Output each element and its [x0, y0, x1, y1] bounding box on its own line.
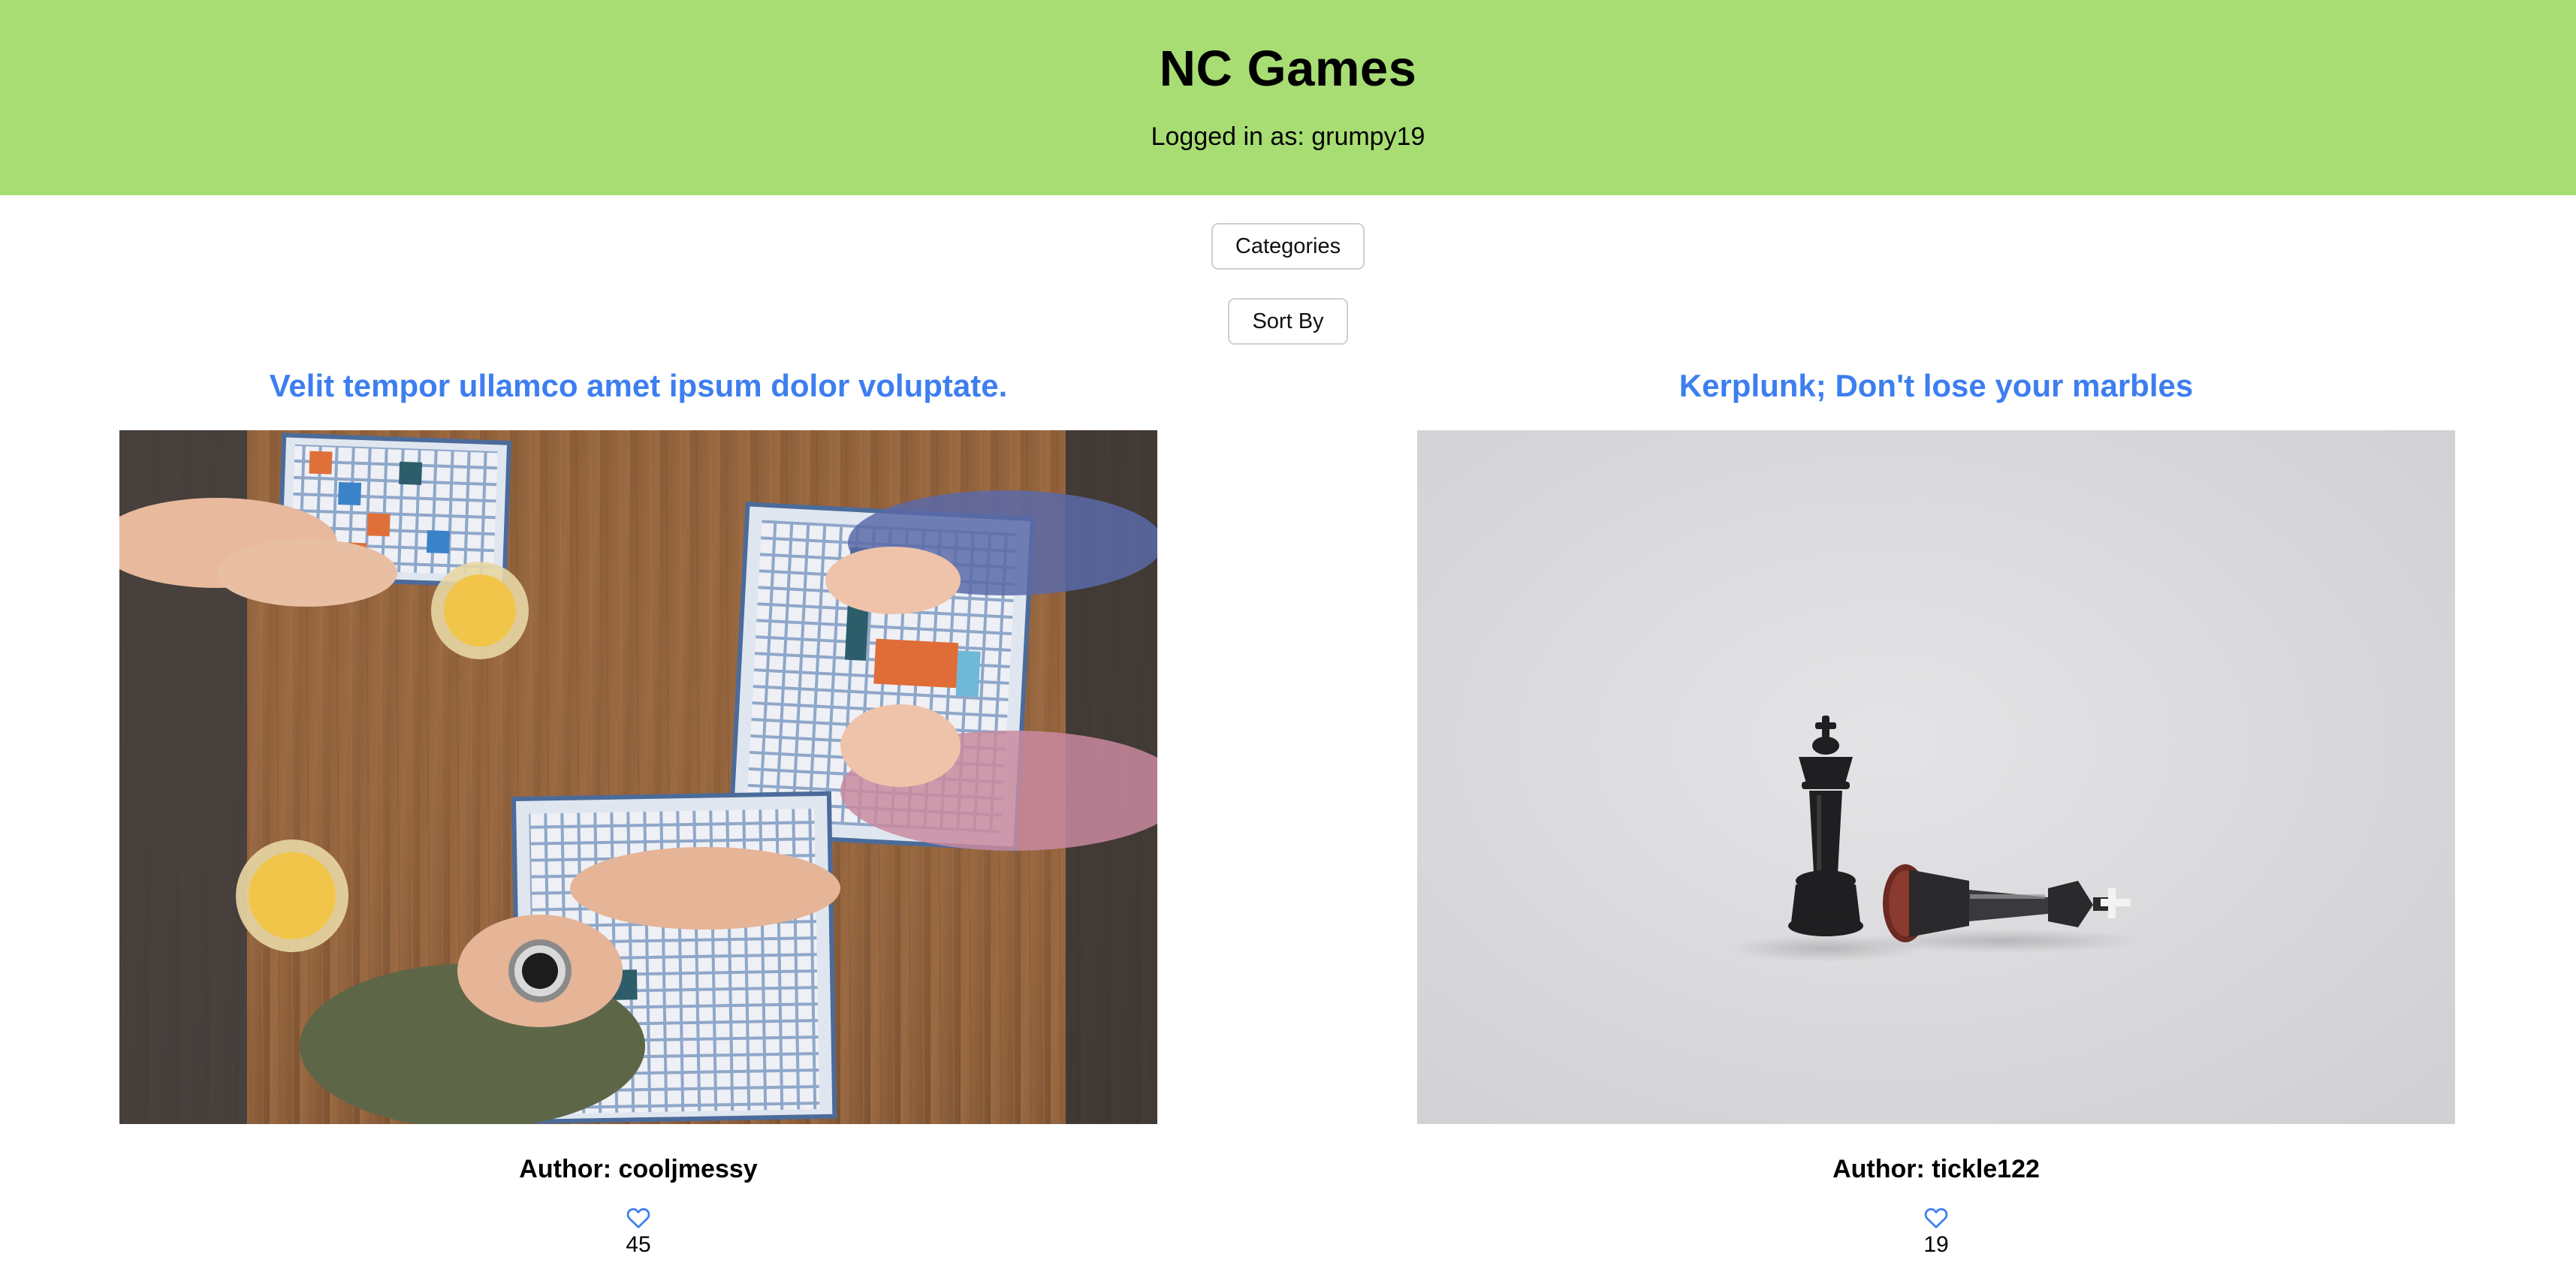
vote-count: 19	[1923, 1232, 1949, 1257]
heart-outline-icon[interactable]	[1923, 1207, 1949, 1229]
reviews-list: Velit tempor ullamco amet ipsum dolor vo…	[0, 345, 2576, 1257]
heart-outline-icon[interactable]	[626, 1207, 651, 1229]
site-header: NC Games Logged in as: grumpy19	[0, 0, 2576, 195]
review-controls: Categories Sort By	[0, 195, 2576, 345]
review-card: Kerplunk; Don't lose your marbles Author…	[1417, 345, 2455, 1258]
vote-count: 45	[626, 1232, 651, 1257]
review-author: Author: cooljmessy	[519, 1155, 758, 1183]
site-title: NC Games	[1159, 41, 1417, 97]
categories-button[interactable]: Categories	[1211, 223, 1365, 270]
review-title-link[interactable]: Velit tempor ullamco amet ipsum dolor vo…	[119, 364, 1157, 408]
review-author: Author: tickle122	[1832, 1155, 2040, 1183]
review-image-board-game[interactable]	[119, 430, 1157, 1124]
review-card: Velit tempor ullamco amet ipsum dolor vo…	[119, 345, 1157, 1258]
sort-by-button[interactable]: Sort By	[1228, 298, 1348, 345]
review-title-link[interactable]: Kerplunk; Don't lose your marbles	[1417, 364, 2455, 408]
review-image-chess-pieces[interactable]	[1417, 430, 2455, 1124]
logged-in-status: Logged in as: grumpy19	[1151, 122, 1425, 151]
